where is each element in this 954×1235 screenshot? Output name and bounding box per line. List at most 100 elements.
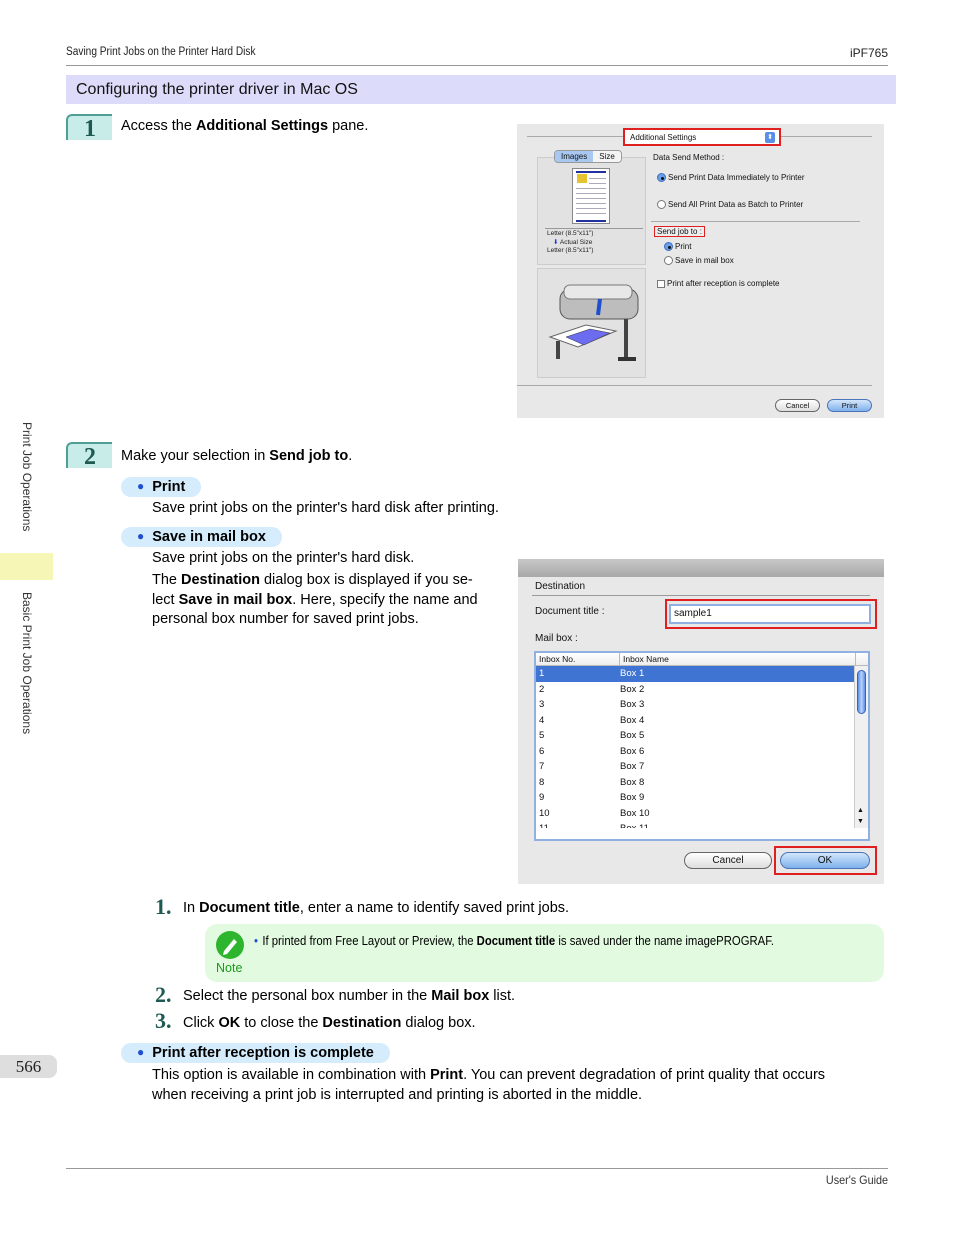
substep-number-2: 2.: [155, 982, 172, 1007]
inbox-no-cell: 3: [539, 699, 545, 710]
mailbox-row[interactable]: 5 Box 5: [536, 728, 856, 744]
substep-number-3: 3.: [155, 1008, 172, 1033]
mail-box-label: Mail box :: [535, 633, 578, 644]
inbox-no-cell: 6: [539, 745, 545, 757]
down-arrow-icon: ⬇: [553, 239, 559, 246]
option-mailbox-details: The Destination dialog box is displayed …: [152, 572, 478, 627]
inbox-name-cell: Box 8: [620, 776, 645, 788]
data-send-method-label: Data Send Method :: [653, 153, 725, 162]
pencil-note-icon: [216, 931, 244, 959]
note-label: Note: [216, 961, 243, 975]
mailbox-row[interactable]: 9 Box 9: [536, 790, 856, 806]
bullet-icon: ●: [137, 529, 145, 543]
updown-arrows-icon: ⬍: [765, 132, 775, 143]
tab-images[interactable]: Images: [555, 151, 594, 162]
inbox-no-cell: 11: [536, 821, 620, 828]
sidebar-chapter: Print Job Operations: [20, 422, 34, 532]
scale-label: ⬇ Actual Size: [553, 239, 593, 246]
inbox-name-cell: Box 3: [620, 699, 645, 710]
pane-popup-menu[interactable]: Additional Settings ⬍: [623, 128, 781, 146]
radio-send-batch[interactable]: Send All Print Data as Batch to Printer: [657, 200, 803, 210]
inbox-name-cell: Box 9: [620, 792, 645, 803]
dialog-heading: Destination: [535, 581, 586, 592]
inbox-name-cell: Box 10: [620, 807, 650, 819]
mailbox-row[interactable]: 10 Box 10: [536, 806, 856, 822]
list-header: Inbox No. Inbox Name: [536, 653, 868, 666]
tab-size[interactable]: Size: [593, 151, 621, 162]
inbox-no-cell: 4: [539, 714, 545, 726]
step-badge-2: 2: [66, 442, 112, 470]
step1-text: Access the Additional Settings pane.: [121, 118, 369, 134]
output-size-label: Letter (8.5"x11"): [547, 247, 594, 254]
cancel-button[interactable]: Cancel: [775, 399, 820, 412]
mailbox-row[interactable]: 8 Box 8: [536, 775, 856, 791]
inbox-no-cell: 2: [539, 683, 545, 695]
substep-2-text: Select the personal box number in the Ma…: [183, 988, 516, 1004]
header-divider: [66, 65, 888, 66]
inbox-name-cell: Box 4: [620, 714, 645, 726]
page-preview-icon: [572, 168, 610, 224]
column-inbox-name[interactable]: Inbox Name: [620, 653, 856, 665]
inbox-name-cell: Box 6: [620, 745, 645, 757]
printer-illustration: [537, 268, 646, 378]
inbox-no-cell: 8: [539, 776, 545, 788]
radio-send-immediately[interactable]: Send Print Data Immediately to Printer: [657, 173, 805, 183]
send-job-to-label: Send job to :: [654, 226, 705, 237]
substep-1-text: In Document title, enter a name to ident…: [183, 900, 570, 916]
substep-3-text: Click OK to close the Destination dialog…: [183, 1015, 476, 1031]
step-badge-1: 1: [66, 114, 112, 142]
note-text: • If printed from Free Layout or Preview,…: [254, 933, 775, 948]
footer-text: User's Guide: [825, 1173, 888, 1187]
inbox-name-cell: Box 2: [620, 683, 645, 695]
inbox-no-cell: 1: [539, 668, 545, 679]
mailbox-row[interactable]: 11Box 11: [536, 821, 856, 828]
inbox-no-cell: 10: [539, 807, 550, 819]
footer-divider: [66, 1168, 888, 1169]
document-title-label: Document title :: [535, 606, 605, 617]
option-print-heading: ● Print: [121, 477, 202, 497]
inbox-name-cell: Box 1: [620, 668, 645, 679]
mailbox-row[interactable]: 7 Box 7: [536, 759, 856, 775]
mailbox-row[interactable]: 6 Box 6: [536, 744, 856, 760]
document-title-input[interactable]: sample1: [669, 604, 871, 624]
list-rows: 1 Box 1 2 Box 2 3 Box 3 4 Box 4 5 Box 5 6 Box 6 7 Box…: [536, 666, 868, 828]
scroll-down-arrow-icon[interactable]: ▼: [857, 818, 864, 825]
mailbox-row[interactable]: 4 Box 4: [536, 713, 856, 729]
mailbox-row[interactable]: 2 Box 2: [536, 682, 856, 698]
scroll-up-arrow-icon[interactable]: ▲: [857, 807, 864, 814]
cancel-button[interactable]: Cancel: [684, 852, 772, 869]
bullet-icon: ●: [137, 1045, 145, 1059]
inbox-name-cell: Box 7: [620, 761, 645, 772]
mail-box-list[interactable]: Inbox No. Inbox Name 1 Box 1 2 Box 2 3 Box 3 4…: [534, 651, 870, 841]
option-after-reception-desc: This option is available in combination …: [152, 1067, 826, 1103]
inbox-no-cell: 9: [539, 792, 545, 803]
sidebar-marker: [0, 553, 53, 580]
radio-print[interactable]: Print: [664, 242, 691, 252]
scroll-thumb[interactable]: [857, 670, 866, 714]
substep-number-1: 1.: [155, 894, 172, 919]
page-number: 566: [0, 1055, 57, 1078]
checkbox-print-after-reception[interactable]: Print after reception is complete: [657, 279, 780, 288]
option-print-desc: Save print jobs on the printer's hard di…: [152, 500, 499, 516]
inbox-name-cell: Box 11: [620, 821, 649, 828]
scrollbar[interactable]: ▲ ▼: [854, 666, 868, 828]
column-inbox-no[interactable]: Inbox No.: [536, 653, 620, 665]
bullet-icon: ●: [137, 479, 145, 493]
section-title: Configuring the printer driver in Mac OS: [66, 75, 896, 104]
running-header-title: Saving Print Jobs on the Printer Hard Di…: [66, 46, 256, 58]
radio-save-in-mail-box[interactable]: Save in mail box: [664, 256, 734, 266]
inbox-no-cell: 5: [539, 730, 545, 741]
image-thumbnail-icon: [577, 174, 587, 183]
mailbox-row[interactable]: 3 Box 3: [536, 697, 856, 713]
preview-tabs: Images Size: [554, 150, 622, 163]
ok-button[interactable]: OK: [780, 852, 870, 869]
option-mailbox-desc: Save print jobs on the printer's hard di…: [152, 550, 415, 566]
dialog-titlebar: [518, 559, 884, 577]
step2-text: Make your selection in Send job to.: [121, 448, 353, 464]
sidebar-section: Basic Print Job Operations: [20, 592, 34, 735]
print-button[interactable]: Print: [827, 399, 872, 412]
inbox-name-cell: Box 5: [620, 730, 645, 741]
bullet-icon: •: [254, 933, 258, 948]
mailbox-row[interactable]: 1 Box 1: [536, 666, 856, 682]
additional-settings-screenshot: Additional Settings ⬍ Images Size Letter…: [517, 124, 884, 418]
